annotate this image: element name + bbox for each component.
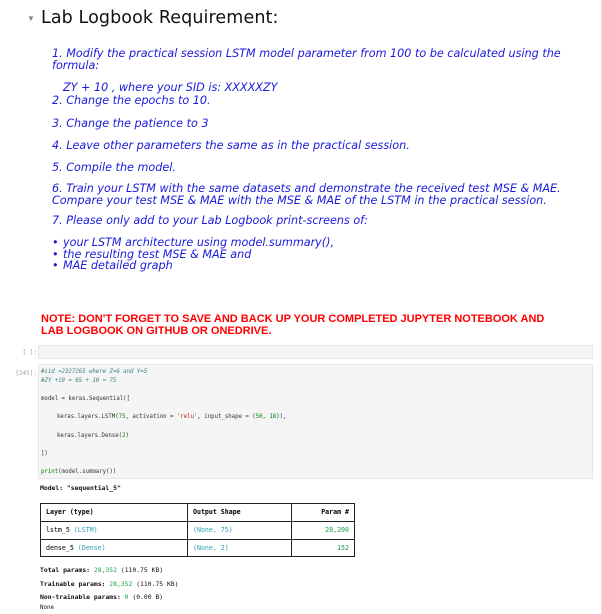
column-header: Layer (type) [46, 508, 94, 516]
list-item: 6. Train your LSTM with the same dataset… [52, 182, 561, 207]
shape-cell: (None, 2) [187, 540, 291, 557]
column-header: Output Shape [187, 504, 291, 521]
list-item: 3. Change the patience to 3 [52, 117, 209, 130]
bullet-list: • your LSTM architecture using model.summ… [52, 237, 334, 272]
code-line: #ZY +10 = 65 + 10 = 75 [41, 378, 117, 384]
model-title: Model: "sequential_5" [40, 484, 121, 492]
list-item: 2. Change the epochs to 10. [52, 94, 211, 107]
formula-line: ZY + 10 , where your SID is: XXXXXZY [63, 81, 278, 94]
empty-code-cell[interactable] [38, 345, 593, 359]
code-line: model = keras.Sequential([ [41, 396, 131, 402]
code-line: print(model.summary()) [41, 469, 117, 475]
table-header-row: Layer (type) Output Shape Param # [41, 504, 354, 521]
code-line: ]) [41, 451, 48, 457]
total-params-line: Total params: 28,352 (110.75 KB) [40, 566, 164, 574]
table-row: dense_5 (Dense) (None, 2) 152 [41, 540, 354, 557]
column-header: Param # [291, 504, 354, 521]
layer-cell: dense_5 (Dense) [46, 544, 106, 552]
code-line: #sid =2327265 where Z=6 and Y=5 [41, 369, 148, 375]
markdown-heading: Lab Logbook Requirement: [41, 8, 279, 28]
cell-prompt: [ ]: [22, 349, 37, 356]
list-item: 4. Leave other parameters the same as in… [52, 139, 410, 152]
table-row: lstm_5 (LSTM) (None, 75) 28,200 [41, 522, 354, 539]
nontrainable-params-line: Non-trainable params: 0 (0.00 B) [40, 593, 164, 601]
cell-prompt: [245]: [15, 370, 37, 377]
layer-cell: lstm_5 (LSTM) [46, 526, 98, 534]
params-cell: 28,200 [291, 522, 354, 539]
code-cell-editor[interactable]: #sid =2327265 where Z=6 and Y=5 #ZY +10 … [38, 364, 593, 479]
print-output-none: None [40, 605, 54, 611]
code-line: keras.layers.LSTM(75, activation = 'relu… [57, 414, 287, 420]
collapse-caret-icon[interactable]: ▼ [27, 14, 35, 23]
list-item: 7. Please only add to your Lab Logbook p… [52, 214, 368, 227]
code-line: keras.layers.Dense(2) [57, 433, 129, 439]
bullet-dot-icon: • [52, 259, 59, 272]
trainable-params-line: Trainable params: 28,352 (110.75 KB) [40, 580, 179, 588]
notebook-frame: ▼ Lab Logbook Requirement: 1. Modify the… [0, 0, 602, 614]
model-summary-table: Layer (type) Output Shape Param # lstm_5… [40, 503, 355, 557]
list-item: 5. Compile the model. [52, 161, 176, 174]
shape-cell: (None, 75) [187, 522, 291, 539]
params-cell: 152 [291, 540, 354, 557]
list-item: 1. Modify the practical session LSTM mod… [52, 48, 582, 94]
list-item: • MAE detailed graph [52, 259, 173, 272]
backup-note: NOTE: DON'T FORGET TO SAVE AND BACK UP Y… [41, 313, 545, 337]
bullet-dot-icon: • [52, 236, 59, 249]
